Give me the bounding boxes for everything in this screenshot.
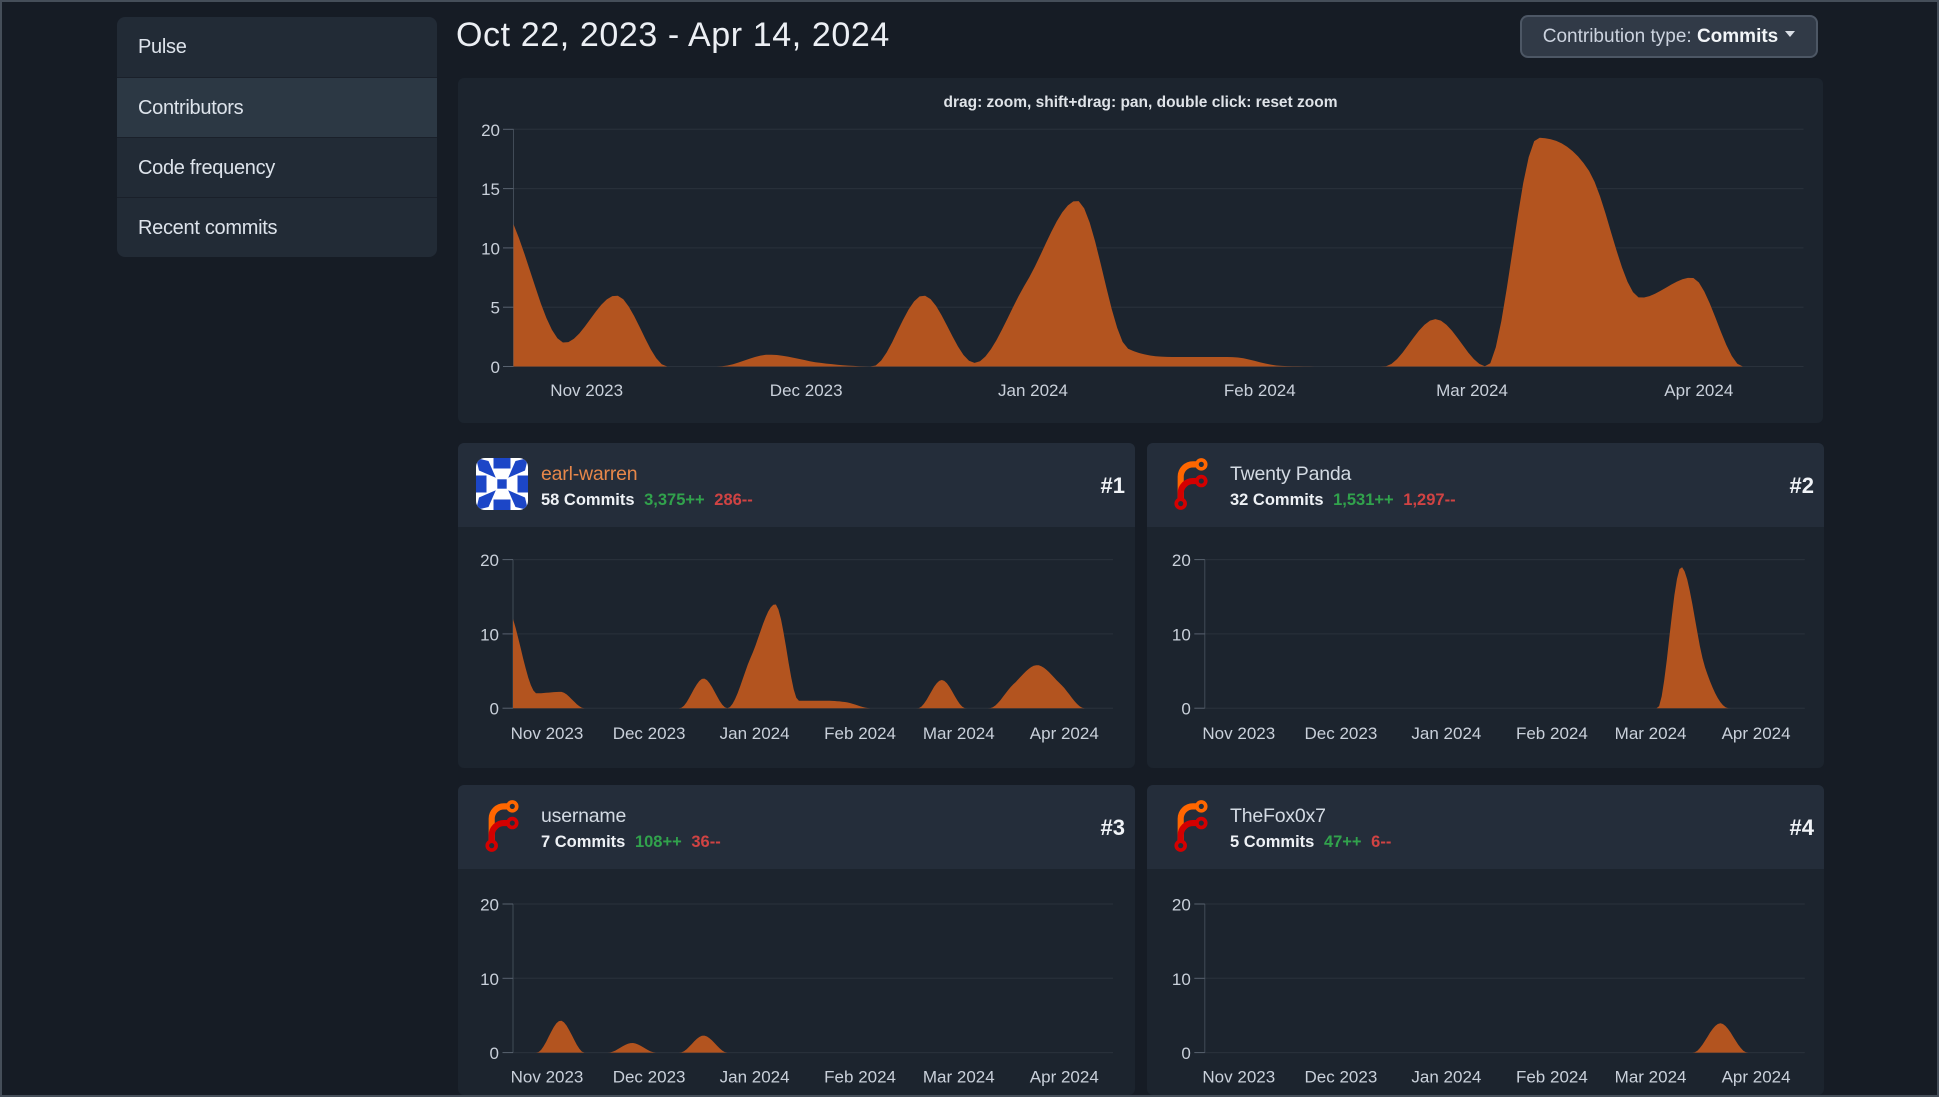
svg-text:Feb 2024: Feb 2024 — [824, 724, 896, 743]
svg-text:Nov 2023: Nov 2023 — [550, 381, 623, 400]
svg-text:10: 10 — [480, 970, 499, 989]
svg-text:10: 10 — [1172, 970, 1191, 989]
svg-text:5: 5 — [491, 299, 500, 318]
svg-text:10: 10 — [481, 239, 500, 258]
svg-text:Jan 2024: Jan 2024 — [1411, 1068, 1481, 1087]
svg-text:Dec 2023: Dec 2023 — [770, 381, 843, 400]
svg-text:Mar 2024: Mar 2024 — [1615, 724, 1687, 743]
svg-text:Apr 2024: Apr 2024 — [1722, 724, 1791, 743]
svg-text:Apr 2024: Apr 2024 — [1722, 1068, 1791, 1087]
svg-text:10: 10 — [480, 625, 499, 644]
svg-text:0: 0 — [1181, 1044, 1190, 1063]
svg-text:15: 15 — [481, 180, 500, 199]
svg-text:Nov 2023: Nov 2023 — [1202, 1068, 1275, 1087]
svg-text:Nov 2023: Nov 2023 — [511, 724, 584, 743]
svg-text:10: 10 — [1172, 625, 1191, 644]
svg-text:Jan 2024: Jan 2024 — [998, 381, 1068, 400]
svg-text:Apr 2024: Apr 2024 — [1030, 724, 1099, 743]
svg-text:Feb 2024: Feb 2024 — [1224, 381, 1296, 400]
svg-text:Dec 2023: Dec 2023 — [1305, 1068, 1378, 1087]
svg-text:Mar 2024: Mar 2024 — [923, 1068, 995, 1087]
svg-text:Dec 2023: Dec 2023 — [1305, 724, 1378, 743]
svg-text:Feb 2024: Feb 2024 — [1516, 724, 1588, 743]
svg-text:Dec 2023: Dec 2023 — [613, 1068, 686, 1087]
svg-text:Apr 2024: Apr 2024 — [1664, 381, 1733, 400]
svg-text:Nov 2023: Nov 2023 — [1202, 724, 1275, 743]
svg-text:Jan 2024: Jan 2024 — [720, 1068, 790, 1087]
svg-text:20: 20 — [480, 551, 499, 570]
svg-text:Jan 2024: Jan 2024 — [1411, 724, 1481, 743]
svg-text:Jan 2024: Jan 2024 — [720, 724, 790, 743]
svg-text:Nov 2023: Nov 2023 — [511, 1068, 584, 1087]
svg-text:Mar 2024: Mar 2024 — [1615, 1068, 1687, 1087]
svg-text:Feb 2024: Feb 2024 — [1516, 1068, 1588, 1087]
svg-text:0: 0 — [1181, 700, 1190, 719]
svg-text:Dec 2023: Dec 2023 — [613, 724, 686, 743]
svg-text:20: 20 — [1172, 551, 1191, 570]
svg-text:20: 20 — [481, 121, 500, 140]
svg-text:Mar 2024: Mar 2024 — [923, 724, 995, 743]
svg-text:Apr 2024: Apr 2024 — [1030, 1068, 1099, 1087]
svg-text:Feb 2024: Feb 2024 — [824, 1068, 896, 1087]
svg-text:20: 20 — [480, 896, 499, 915]
svg-text:0: 0 — [490, 1044, 499, 1063]
svg-text:0: 0 — [490, 700, 499, 719]
svg-text:Mar 2024: Mar 2024 — [1436, 381, 1508, 400]
svg-text:0: 0 — [491, 358, 500, 377]
svg-text:20: 20 — [1172, 896, 1191, 915]
